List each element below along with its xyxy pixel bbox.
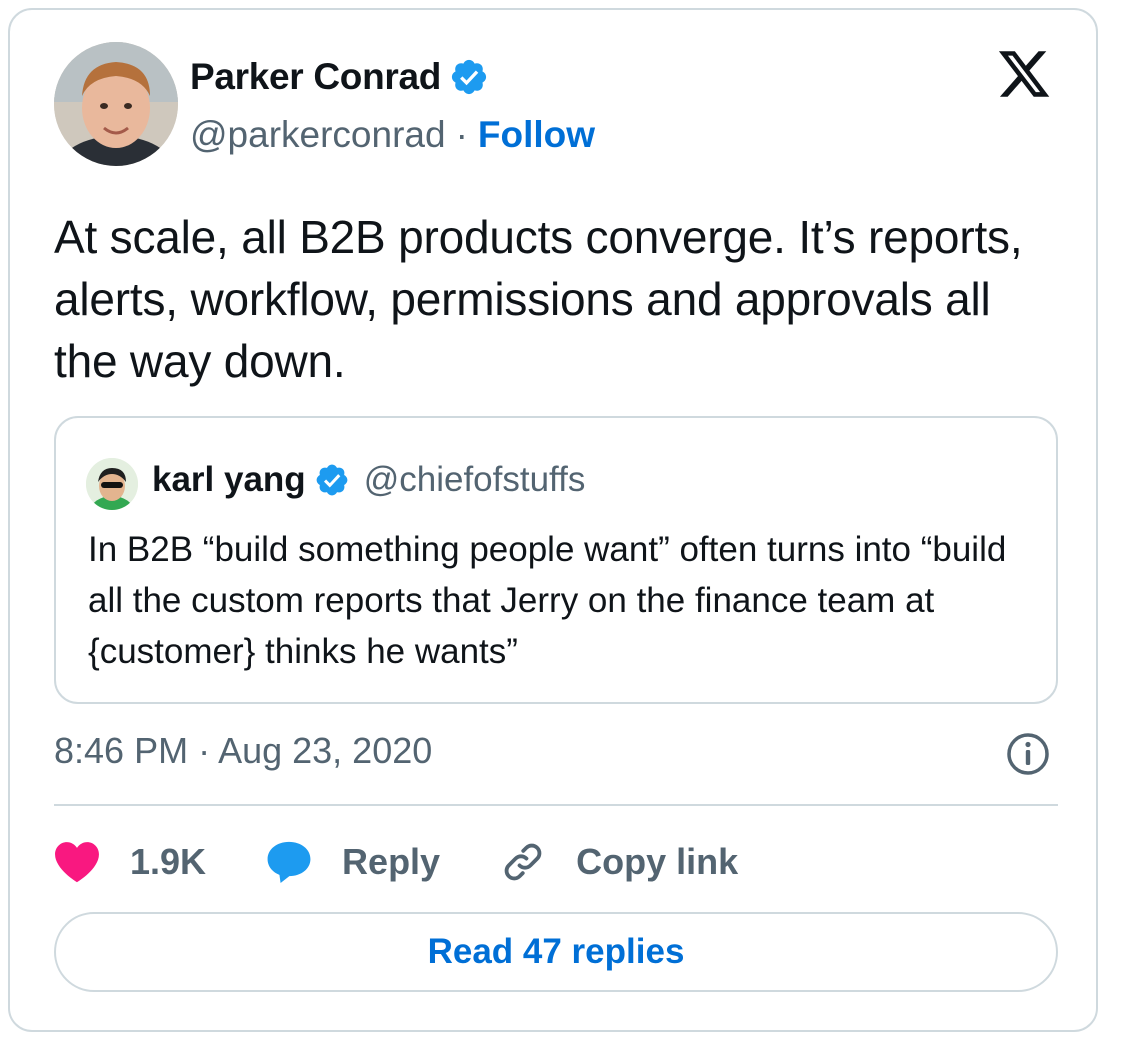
quoted-tweet[interactable]: karl yang @chiefofstuffs In B2B “build s…	[54, 416, 1058, 704]
read-replies-label: Read 47 replies	[427, 932, 685, 971]
tweet-card: Parker Conrad @parkerconrad · Follow At …	[8, 8, 1098, 1032]
x-logo-icon[interactable]	[994, 46, 1054, 102]
author-handle-row: @parkerconrad · Follow	[190, 114, 595, 156]
heart-icon	[55, 842, 99, 883]
link-icon	[504, 843, 542, 881]
quoted-author-avatar	[86, 458, 138, 510]
divider	[54, 804, 1058, 806]
follow-button[interactable]: Follow	[478, 114, 595, 156]
quoted-header: karl yang @chiefofstuffs	[152, 460, 585, 500]
copy-link-label: Copy link	[576, 841, 739, 882]
read-replies-button[interactable]: Read 47 replies	[54, 912, 1058, 992]
author-name[interactable]: Parker Conrad	[190, 56, 489, 98]
verified-badge-icon	[316, 464, 348, 496]
author-avatar[interactable]	[54, 42, 178, 166]
info-icon[interactable]	[1004, 730, 1052, 778]
tweet-text: At scale, all B2B products converge. It’…	[54, 211, 1023, 387]
reply-button[interactable]: Reply	[266, 840, 440, 884]
verified-badge-icon	[452, 59, 487, 95]
action-bar: 1.9K Reply Copy link	[54, 832, 798, 892]
separator-dot: ·	[455, 114, 468, 155]
reply-label: Reply	[342, 841, 441, 882]
author-handle[interactable]: @parkerconrad	[190, 114, 446, 156]
quoted-author-handle: @chiefofstuffs	[363, 460, 586, 499]
author-name-text[interactable]: Parker Conrad	[190, 56, 441, 98]
speech-bubble-icon	[267, 841, 311, 884]
like-count: 1.9K	[130, 841, 207, 882]
quoted-author-name: karl yang	[152, 460, 306, 499]
like-button[interactable]: 1.9K	[54, 841, 206, 883]
quoted-tweet-text: In B2B “build something people want” oft…	[88, 530, 1007, 671]
copy-link-button[interactable]: Copy link	[500, 839, 738, 885]
tweet-timestamp[interactable]: 8:46 PM · Aug 23, 2020	[54, 730, 432, 772]
